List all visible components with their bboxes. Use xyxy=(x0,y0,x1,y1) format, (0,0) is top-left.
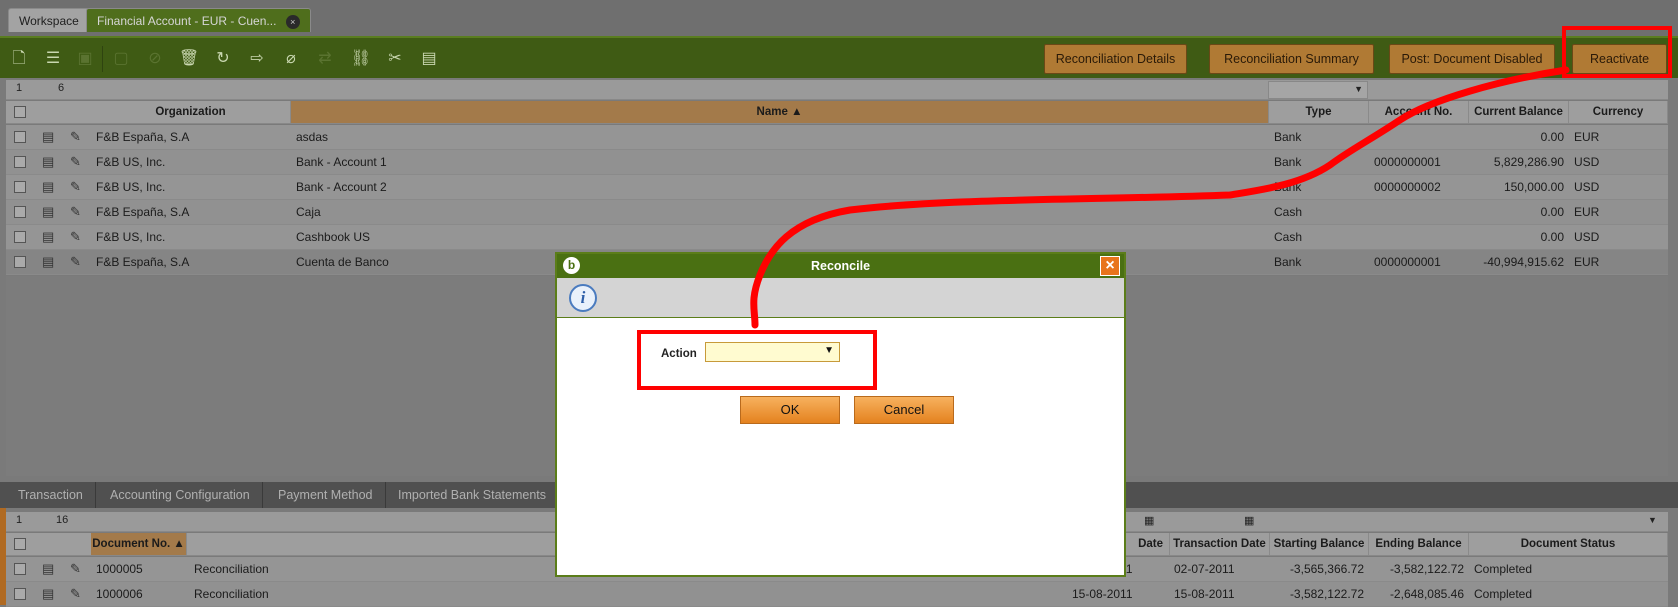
annotation-arrow xyxy=(750,66,1570,329)
